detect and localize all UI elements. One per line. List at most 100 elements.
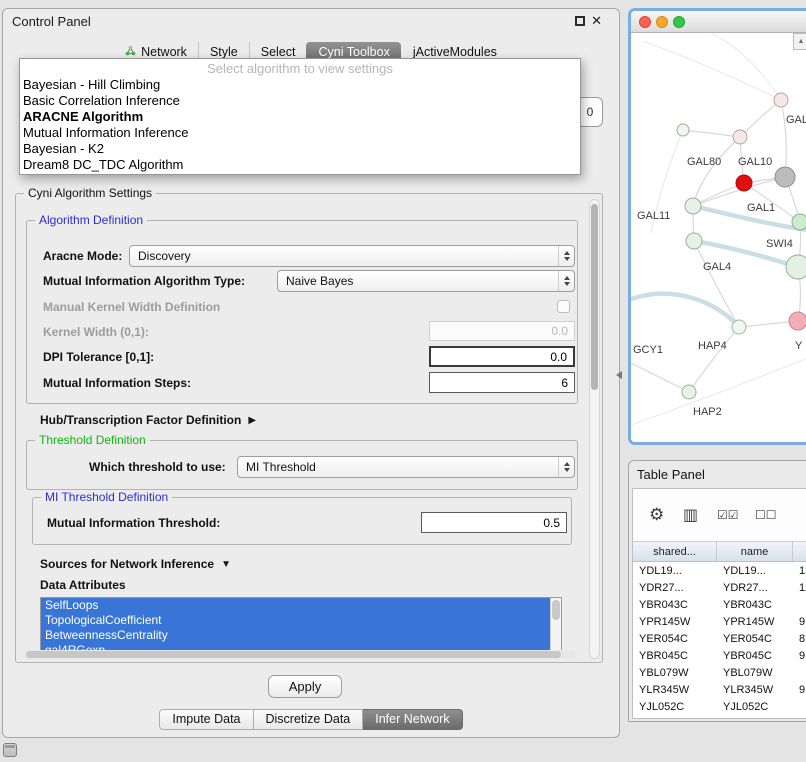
attribute-item-topologicalcoefficient[interactable]: TopologicalCoefficient	[41, 613, 550, 628]
attribute-item-betweennesscentrality[interactable]: BetweennessCentrality	[41, 628, 550, 643]
settings-vertical-scrollbar[interactable]	[589, 199, 600, 659]
column-header-clipped[interactable]	[793, 542, 806, 561]
window-zoom-button[interactable]	[673, 16, 685, 28]
network-node[interactable]	[786, 255, 806, 279]
table-row[interactable]: YBR043CYBR043C	[633, 596, 806, 613]
network-node[interactable]	[733, 130, 747, 144]
data-attributes-label: Data Attributes	[40, 578, 126, 592]
algorithm-option-bayesian-k2[interactable]: Bayesian - K2	[20, 141, 580, 157]
splitter-collapse-icon[interactable]	[616, 371, 622, 379]
mi-algorithm-type-label: Mutual Information Algorithm Type:	[43, 273, 245, 289]
dpi-tolerance-field[interactable]: 0.0	[429, 346, 575, 367]
hub-definition-disclosure[interactable]: Hub/Transcription Factor Definition ▶	[40, 412, 256, 428]
attribute-item-selfloops[interactable]: SelfLoops	[41, 598, 550, 613]
tab-label: Network	[141, 45, 187, 59]
which-threshold-select[interactable]: MI Threshold	[237, 456, 575, 478]
algorithm-dropdown-popup: Select algorithm to view settings Bayesi…	[19, 58, 581, 175]
table-row[interactable]: YLR345WYLR345W9.	[633, 681, 806, 698]
network-edge[interactable]	[740, 100, 781, 137]
which-threshold-value: MI Threshold	[238, 460, 558, 474]
network-edge[interactable]	[694, 241, 739, 327]
network-node[interactable]	[685, 198, 701, 214]
control-panel-titlebar: Control Panel ✕	[3, 9, 619, 33]
table-row[interactable]: YER054CYER054C8.	[633, 630, 806, 647]
algorithm-definition-title: Algorithm Definition	[35, 213, 147, 227]
network-node[interactable]	[677, 124, 689, 136]
algorithm-option-basic-correlation-inference[interactable]: Basic Correlation Inference	[20, 93, 580, 109]
control-panel-title: Control Panel	[12, 14, 91, 29]
apply-button[interactable]: Apply	[268, 675, 342, 698]
combo-stepper-icon	[558, 246, 574, 266]
manual-kernel-width-label: Manual Kernel Width Definition	[43, 299, 220, 315]
close-panel-icon[interactable]: ✕	[591, 13, 602, 29]
network-node[interactable]	[774, 93, 788, 107]
table-row[interactable]: YPR145WYPR145W9.	[633, 613, 806, 630]
window-minimize-button[interactable]	[656, 16, 668, 28]
tab-impute-data[interactable]: Impute Data	[159, 709, 253, 730]
network-edge[interactable]	[693, 137, 740, 206]
mi-algorithm-type-select[interactable]: Naive Bayes	[277, 270, 575, 292]
tab-infer-network[interactable]: Infer Network	[363, 709, 462, 730]
show-columns-icon[interactable]: ▥	[683, 505, 698, 525]
column-header-shared[interactable]: shared...	[633, 542, 717, 561]
table-cell: YBR045C	[717, 650, 793, 662]
algorithm-placeholder-option[interactable]: Select algorithm to view settings	[20, 60, 580, 77]
scrollbar-thumb[interactable]	[26, 651, 561, 658]
window-close-button[interactable]	[639, 16, 651, 28]
network-edge[interactable]	[683, 130, 740, 137]
collapsed-panel-icon[interactable]	[3, 743, 17, 757]
table-options-gear-icon[interactable]: ⚙	[649, 505, 664, 525]
algorithm-option-bayesian-hill-climbing[interactable]: Bayesian - Hill Climbing	[20, 77, 580, 93]
tab-discretize-data[interactable]: Discretize Data	[254, 709, 364, 730]
settings-horizontal-scrollbar[interactable]	[24, 650, 576, 659]
table-row[interactable]: YDL19...YDL19...13	[633, 562, 806, 579]
network-node[interactable]	[736, 175, 752, 191]
table-cell: YDR27...	[717, 582, 793, 594]
algorithm-option-aracne-algorithm[interactable]: ARACNE Algorithm	[20, 109, 580, 125]
mi-threshold-field[interactable]: 0.5	[421, 512, 567, 533]
network-edge[interactable]	[643, 41, 781, 100]
tab-label: Cyni Toolbox	[318, 45, 389, 59]
select-all-rows-icon[interactable]: ☑☑	[717, 508, 739, 522]
mi-algorithm-type-value: Naive Bayes	[278, 274, 558, 288]
tab-label: Select	[261, 45, 296, 59]
network-canvas[interactable]: GAL8GAL80GAL10GAL11GAL1SWI4GAL4GCY1HAP4Y…	[631, 33, 806, 442]
aracne-mode-value: Discovery	[130, 249, 558, 263]
table-row[interactable]: YBL079WYBL079W	[633, 664, 806, 681]
combo-stepper-icon	[558, 457, 574, 477]
node-label-hap2: HAP2	[693, 406, 722, 418]
kernel-width-field[interactable]: 0.0	[429, 321, 575, 341]
network-tab-icon	[125, 45, 136, 59]
network-node[interactable]	[686, 233, 702, 249]
network-canvas-svg[interactable]: GAL8GAL80GAL10GAL11GAL1SWI4GAL4GCY1HAP4Y…	[631, 33, 806, 445]
network-edge[interactable]	[781, 100, 786, 177]
table-row[interactable]: YBR045CYBR045C9.	[633, 647, 806, 664]
network-node[interactable]	[789, 312, 806, 330]
manual-kernel-width-checkbox[interactable]	[557, 300, 570, 313]
deselect-all-rows-icon[interactable]: ☐☐	[755, 508, 777, 522]
column-header-name[interactable]: name	[717, 542, 793, 561]
network-edge[interactable]	[689, 327, 739, 392]
sources-disclosure[interactable]: Sources for Network Inference ▼	[40, 556, 231, 572]
network-scroll-up-button[interactable]: ▲	[793, 33, 806, 50]
network-edge[interactable]	[631, 363, 689, 392]
aracne-mode-select[interactable]: Discovery	[129, 245, 575, 267]
table-row[interactable]: YJL052CYJL052C	[633, 698, 806, 715]
which-threshold-label: Which threshold to use:	[89, 459, 226, 475]
attributes-scrollbar[interactable]	[550, 598, 561, 654]
network-node[interactable]	[682, 385, 696, 399]
mi-steps-field[interactable]: 6	[429, 372, 575, 393]
scrollbar-thumb[interactable]	[552, 600, 560, 620]
scrollbar-thumb[interactable]	[591, 204, 598, 390]
network-node[interactable]	[732, 320, 746, 334]
table-row[interactable]: YDR27...YDR27...12	[633, 579, 806, 596]
network-node[interactable]	[792, 214, 806, 230]
network-edge[interactable]	[711, 33, 781, 100]
data-attributes-list: SelfLoopsTopologicalCoefficientBetweenne…	[40, 597, 562, 655]
float-panel-icon[interactable]	[575, 16, 585, 26]
network-window-titlebar[interactable]	[631, 11, 806, 33]
desktop: Control Panel ✕ NetworkStyleSelectCyni T…	[0, 0, 806, 762]
algorithm-option-mutual-information-inference[interactable]: Mutual Information Inference	[20, 125, 580, 141]
algorithm-option-dream8-dc-tdc-algorithm[interactable]: Dream8 DC_TDC Algorithm	[20, 157, 580, 173]
network-node[interactable]	[775, 167, 795, 187]
